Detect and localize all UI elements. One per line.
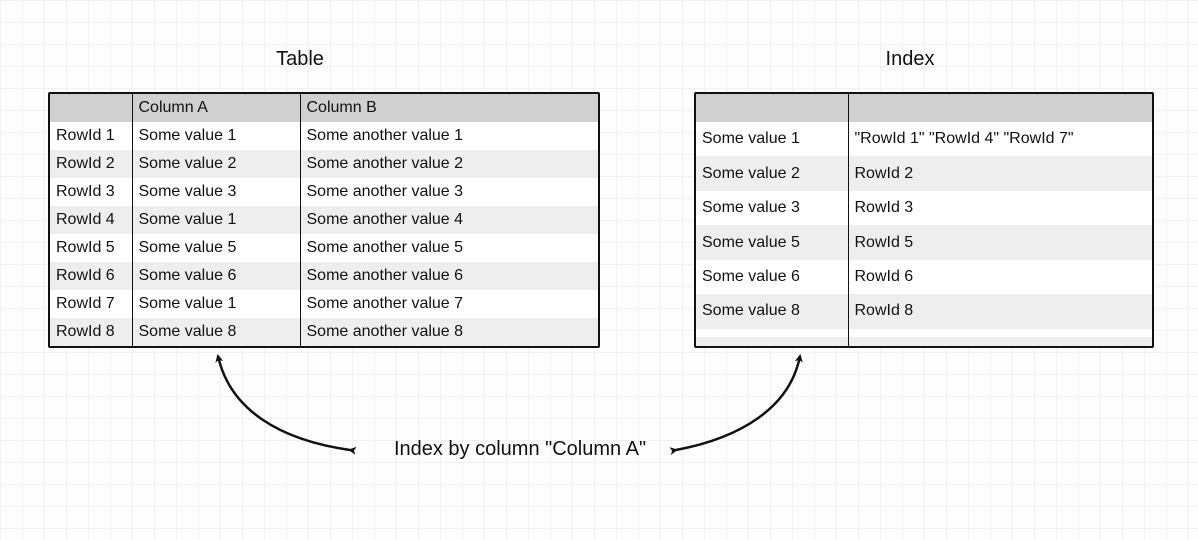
- table-row: Some value 6RowId 6: [696, 260, 1152, 294]
- table-cell: RowId 6: [50, 262, 132, 290]
- left-header-1: Column A: [132, 94, 300, 122]
- table-cell: Some value 8: [132, 318, 300, 346]
- caption-text: Index by column "Column A": [360, 438, 680, 461]
- table-cell: [696, 329, 848, 338]
- table-cell: Some value 1: [696, 122, 848, 156]
- table-cell: RowId 8: [50, 318, 132, 346]
- table-row: [696, 329, 1152, 338]
- table-row: RowId 2Some value 2Some another value 2: [50, 150, 598, 178]
- table-cell: RowId 3: [50, 178, 132, 206]
- table-row: Some value 8RowId 8: [696, 294, 1152, 328]
- index-title: Index: [850, 48, 970, 71]
- table-cell: Some another value 4: [300, 206, 598, 234]
- table-row: RowId 7Some value 1Some another value 7: [50, 290, 598, 318]
- table-cell: Some value 6: [132, 262, 300, 290]
- table-cell: RowId 3: [848, 191, 1152, 225]
- table-cell: "RowId 1" "RowId 4" "RowId 7": [848, 122, 1152, 156]
- table-cell: Some value 1: [132, 206, 300, 234]
- table-row: Some value 3RowId 3: [696, 191, 1152, 225]
- left-header-0: [50, 94, 132, 122]
- left-header-2: Column B: [300, 94, 598, 122]
- table-row: [696, 337, 1152, 346]
- table-cell: Some value 8: [696, 294, 848, 328]
- table-cell: Some value 5: [696, 225, 848, 259]
- table-row: RowId 1Some value 1Some another value 1: [50, 122, 598, 150]
- table-cell: RowId 2: [848, 156, 1152, 190]
- table-cell: RowId 5: [50, 234, 132, 262]
- table-cell: Some value 3: [696, 191, 848, 225]
- left-table: Column A Column B RowId 1Some value 1Som…: [50, 94, 598, 346]
- table-row: Some value 5RowId 5: [696, 225, 1152, 259]
- right-table-box: Some value 1"RowId 1" "RowId 4" "RowId 7…: [694, 92, 1154, 348]
- table-cell: RowId 4: [50, 206, 132, 234]
- table-row: RowId 5Some value 5Some another value 5: [50, 234, 598, 262]
- table-cell: Some another value 2: [300, 150, 598, 178]
- table-cell: Some another value 7: [300, 290, 598, 318]
- right-header-0: [696, 94, 848, 122]
- table-cell: Some value 5: [132, 234, 300, 262]
- right-header-1: [848, 94, 1152, 122]
- arrow-left: [218, 356, 350, 450]
- table-cell: Some another value 6: [300, 262, 598, 290]
- table-row: RowId 4Some value 1Some another value 4: [50, 206, 598, 234]
- table-row: Some value 2RowId 2: [696, 156, 1152, 190]
- arrow-right: [676, 356, 800, 450]
- left-table-box: Column A Column B RowId 1Some value 1Som…: [48, 92, 600, 348]
- table-cell: Some value 2: [696, 156, 848, 190]
- table-cell: [848, 329, 1152, 338]
- right-table: Some value 1"RowId 1" "RowId 4" "RowId 7…: [696, 94, 1152, 346]
- table-cell: [848, 337, 1152, 346]
- table-header-row: Column A Column B: [50, 94, 598, 122]
- table-cell: RowId 6: [848, 260, 1152, 294]
- table-cell: Some another value 5: [300, 234, 598, 262]
- table-title: Table: [240, 48, 360, 71]
- table-cell: Some another value 3: [300, 178, 598, 206]
- table-cell: RowId 1: [50, 122, 132, 150]
- table-cell: Some value 1: [132, 122, 300, 150]
- table-cell: Some another value 8: [300, 318, 598, 346]
- table-cell: [696, 337, 848, 346]
- table-cell: RowId 7: [50, 290, 132, 318]
- table-row: RowId 8Some value 8Some another value 8: [50, 318, 598, 346]
- table-cell: Some another value 1: [300, 122, 598, 150]
- table-row: RowId 3Some value 3Some another value 3: [50, 178, 598, 206]
- table-cell: RowId 2: [50, 150, 132, 178]
- table-cell: RowId 5: [848, 225, 1152, 259]
- table-cell: Some value 2: [132, 150, 300, 178]
- table-cell: Some value 3: [132, 178, 300, 206]
- table-cell: Some value 1: [132, 290, 300, 318]
- table-row: Some value 1"RowId 1" "RowId 4" "RowId 7…: [696, 122, 1152, 156]
- table-header-row: [696, 94, 1152, 122]
- table-cell: Some value 6: [696, 260, 848, 294]
- table-cell: RowId 8: [848, 294, 1152, 328]
- table-row: RowId 6Some value 6Some another value 6: [50, 262, 598, 290]
